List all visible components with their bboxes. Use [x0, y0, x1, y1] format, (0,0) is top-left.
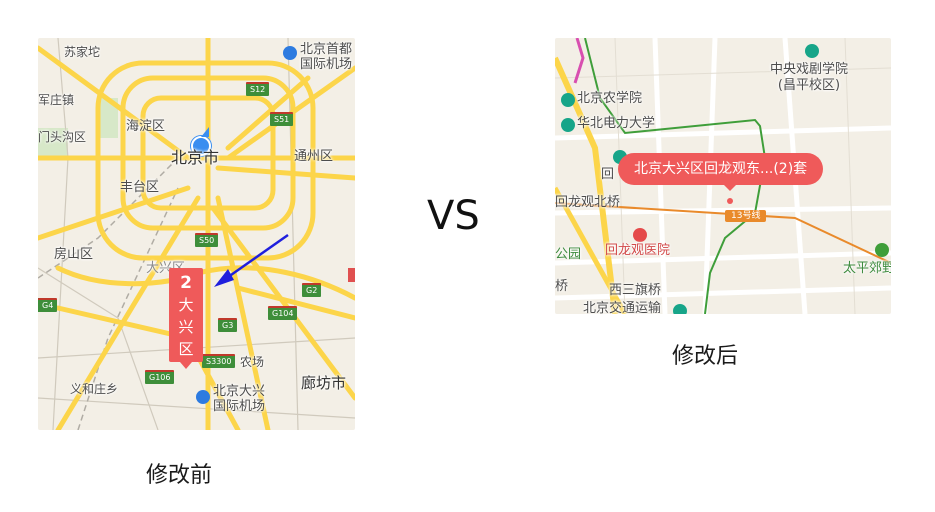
highway-shield: G106: [145, 370, 175, 384]
poi-label: 北京交通运输: [583, 301, 662, 314]
highway-shield: G2: [302, 283, 322, 297]
metro-13-badge: 13号线: [725, 210, 767, 222]
airport-icon: [196, 390, 210, 404]
park-icon: [875, 243, 889, 257]
map-label: 门头沟区: [38, 130, 87, 144]
school-icon: [673, 304, 687, 314]
before-caption: 修改前: [146, 463, 213, 488]
poi-label: 桥: [555, 279, 569, 294]
airport-label: 北京大兴 国际机场: [213, 384, 266, 414]
poi-label: 华北电力大学: [577, 116, 656, 131]
poi-label: 回: [601, 167, 615, 182]
cluster-name-char: 大: [178, 296, 194, 314]
cluster-name-char: 兴: [178, 318, 194, 336]
vs-label: VS: [427, 193, 480, 239]
poi-label: 公园: [555, 247, 582, 262]
highway-shield: S50: [195, 233, 219, 247]
school-icon: [561, 93, 575, 107]
map-label: 海淀区: [126, 119, 166, 134]
school-icon: [805, 44, 819, 58]
bubble-pointer: [724, 185, 736, 191]
location-dot-icon: [727, 198, 733, 204]
highway-shield: G4: [38, 298, 58, 312]
highway-shield: S3300: [202, 354, 236, 368]
after-map: 中央戏剧学院 (昌平校区) 北京农学院 华北电力大学 回 回龙观北桥 公园 回龙…: [555, 38, 891, 314]
city-label: 北京市: [171, 148, 220, 167]
before-map: 苏家坨 军庄镇 海淀区 门头沟区 北京市 通州区 丰台区 房山区 大兴区 农场 …: [38, 38, 355, 430]
airport-label: 北京首都 国际机场: [300, 42, 353, 72]
map-label: 苏家坨: [64, 45, 101, 59]
map-label: 军庄镇: [38, 93, 75, 107]
poi-label: 回龙观北桥: [555, 195, 621, 210]
map-label: 义和庄乡: [70, 382, 119, 396]
location-heading-icon: [201, 127, 209, 137]
airport-icon: [283, 46, 297, 60]
highway-shield: G104: [268, 306, 298, 320]
highway-shield: G3: [218, 318, 238, 332]
poi-label: 中央戏剧学院 (昌平校区): [770, 62, 849, 93]
map-label: 房山区: [54, 247, 94, 262]
hospital-icon: [633, 228, 647, 242]
map-label: 农场: [240, 355, 265, 369]
city-label: 廊坊市: [301, 374, 347, 392]
poi-label: 回龙观医院: [605, 243, 671, 258]
cluster-count: 2: [180, 273, 192, 293]
after-caption: 修改后: [672, 344, 739, 369]
cluster-pointer: [180, 362, 192, 369]
poi-label: 太平郊野: [843, 261, 891, 276]
school-icon: [561, 118, 575, 132]
map-label: 丰台区: [120, 180, 160, 195]
cluster-name-char: 区: [178, 340, 194, 358]
map-label: 通州区: [294, 149, 334, 164]
poi-label: 北京农学院: [577, 91, 643, 106]
highway-shield: S51: [270, 112, 294, 126]
district-cluster-marker[interactable]: 2 大 兴 区: [169, 268, 203, 362]
poi-label: 西三旗桥: [609, 283, 662, 298]
highway-shield: S12: [246, 82, 270, 96]
listing-bubble[interactable]: 北京大兴区回龙观东...(2)套: [618, 153, 824, 185]
